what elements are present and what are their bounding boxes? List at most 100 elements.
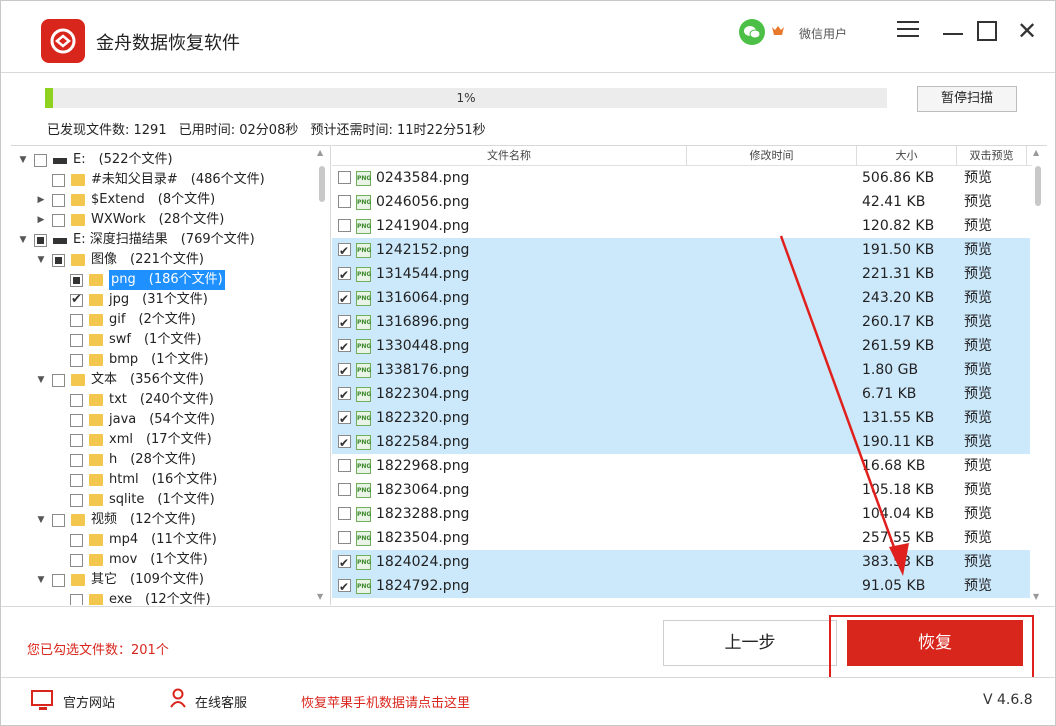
file-checkbox[interactable] [338,383,351,407]
file-row[interactable]: PNG 1822304.png 6.71 KB 预览 [332,382,1030,407]
file-preview-link[interactable]: 预览 [964,262,992,286]
file-checkbox[interactable] [338,287,351,311]
file-row[interactable]: PNG 1242152.png 191.50 KB 预览 [332,238,1030,263]
wechat-avatar-icon[interactable] [739,19,765,45]
file-preview-link[interactable]: 预览 [964,454,992,478]
tree-item[interactable]: ▼ E: 深度扫描结果 (769个文件) [11,230,311,250]
tree-item[interactable]: gif (2个文件) [11,310,311,330]
file-row[interactable]: PNG 1314544.png 221.31 KB 预览 [332,262,1030,287]
tree-checkbox[interactable] [70,494,83,507]
file-checkbox[interactable] [338,575,351,599]
tree-checkbox[interactable] [52,254,65,267]
tree-checkbox[interactable] [52,194,65,207]
tree-checkbox[interactable] [70,414,83,427]
menu-icon[interactable] [897,21,919,39]
file-scroll-thumb[interactable] [1035,166,1041,206]
file-checkbox[interactable] [338,459,351,472]
file-checkbox[interactable] [338,431,351,455]
customer-service-icon[interactable] [169,688,187,708]
tree-item[interactable]: png (186个文件) [11,270,311,290]
tree-item[interactable]: ▶ $Extend (8个文件) [11,190,311,210]
expand-arrow-icon[interactable]: ▼ [35,370,47,390]
file-checkbox[interactable] [338,335,351,359]
tree-checkbox[interactable] [52,214,65,227]
file-checkbox[interactable] [338,263,351,287]
file-checkbox[interactable] [338,507,351,520]
file-preview-link[interactable]: 预览 [964,430,992,454]
file-preview-link[interactable]: 预览 [964,166,992,190]
tree-checkbox[interactable] [52,374,65,387]
file-row[interactable]: PNG 1824792.png 91.05 KB 预览 [332,574,1030,599]
file-row[interactable]: PNG 1241904.png 120.82 KB 预览 [332,214,1030,238]
file-checkbox[interactable] [338,219,351,232]
tree-item[interactable]: swf (1个文件) [11,330,311,350]
tree-checkbox[interactable] [70,474,83,487]
file-scrollbar[interactable]: ▲ ▼ [1032,148,1046,604]
file-preview-link[interactable]: 预览 [964,286,992,310]
file-row[interactable]: PNG 1822320.png 131.55 KB 预览 [332,406,1030,431]
tree-item[interactable]: mp4 (11个文件) [11,530,311,550]
monitor-icon[interactable] [31,690,53,710]
tree-item[interactable]: ▼ E: (522个文件) [11,150,311,170]
file-preview-link[interactable]: 预览 [964,550,992,574]
tree-item[interactable]: html (16个文件) [11,470,311,490]
expand-arrow-icon[interactable]: ▼ [35,250,47,270]
file-preview-link[interactable]: 预览 [964,214,992,238]
scroll-up-icon[interactable]: ▲ [317,148,323,157]
file-preview-link[interactable]: 预览 [964,190,992,214]
scroll-down-icon[interactable]: ▼ [317,592,323,601]
tree-scrollbar[interactable]: ▲ ▼ [316,148,328,604]
file-row[interactable]: PNG 1330448.png 261.59 KB 预览 [332,334,1030,359]
tree-checkbox[interactable] [52,574,65,587]
file-row[interactable]: PNG 1822968.png 16.68 KB 预览 [332,454,1030,478]
file-row[interactable]: PNG 1316896.png 260.17 KB 预览 [332,310,1030,335]
file-preview-link[interactable]: 预览 [964,334,992,358]
file-row[interactable]: PNG 1823064.png 105.18 KB 预览 [332,478,1030,502]
online-service-link[interactable]: 在线客服 [195,692,247,711]
file-row[interactable]: PNG 1338176.png 1.80 GB 预览 [332,358,1030,383]
file-preview-link[interactable]: 预览 [964,310,992,334]
tree-checkbox[interactable] [34,234,47,247]
user-name[interactable]: 微信用户 [799,25,847,42]
tree-checkbox[interactable] [70,394,83,407]
tree-item[interactable]: java (54个文件) [11,410,311,430]
tree-item[interactable]: bmp (1个文件) [11,350,311,370]
tree-checkbox[interactable] [34,154,47,167]
tree-checkbox[interactable] [70,434,83,447]
minimize-icon[interactable] [943,33,963,35]
file-preview-link[interactable]: 预览 [964,526,992,550]
file-preview-link[interactable]: 预览 [964,502,992,526]
tree-checkbox[interactable] [70,454,83,467]
tree-scroll-thumb[interactable] [319,166,325,202]
file-checkbox[interactable] [338,551,351,575]
column-name[interactable]: 文件名称 [332,146,687,166]
file-preview-link[interactable]: 预览 [964,382,992,406]
tree-item[interactable]: txt (240个文件) [11,390,311,410]
tree-checkbox[interactable] [70,274,83,287]
back-button[interactable]: 上一步 [663,620,837,666]
column-size[interactable]: 大小 [857,146,957,166]
pause-scan-button[interactable]: 暂停扫描 [917,86,1017,112]
file-row[interactable]: PNG 0246056.png 42.41 KB 预览 [332,190,1030,214]
file-row[interactable]: PNG 1823504.png 257.55 KB 预览 [332,526,1030,550]
file-preview-link[interactable]: 预览 [964,478,992,502]
official-site-link[interactable]: 官方网站 [63,692,115,711]
file-checkbox[interactable] [338,359,351,383]
file-row[interactable]: PNG 1822584.png 190.11 KB 预览 [332,430,1030,455]
tree-item[interactable]: sqlite (1个文件) [11,490,311,510]
tree-item[interactable]: #未知父目录# (486个文件) [11,170,311,190]
recover-button[interactable]: 恢复 [847,620,1023,666]
file-checkbox[interactable] [338,407,351,431]
expand-arrow-icon[interactable]: ▼ [17,150,29,170]
file-preview-link[interactable]: 预览 [964,574,992,598]
file-checkbox[interactable] [338,531,351,544]
tree-checkbox[interactable] [52,174,65,187]
tree-item[interactable]: ▼ 其它 (109个文件) [11,570,311,590]
file-preview-link[interactable]: 预览 [964,406,992,430]
tree-checkbox[interactable] [70,290,83,310]
tree-item[interactable]: xml (17个文件) [11,430,311,450]
column-preview[interactable]: 双击预览 [957,146,1027,166]
file-checkbox[interactable] [338,311,351,335]
tree-item[interactable]: exe (12个文件) [11,590,311,605]
expand-arrow-icon[interactable]: ▼ [35,510,47,530]
